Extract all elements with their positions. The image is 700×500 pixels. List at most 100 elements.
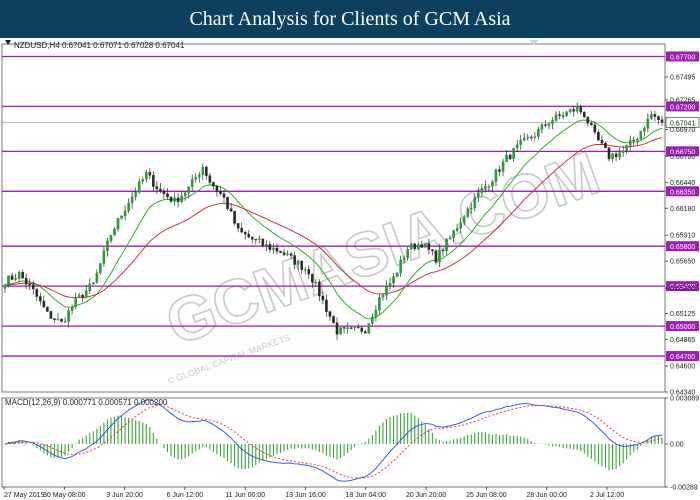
candle-bull (399, 259, 402, 274)
candle-bull (123, 210, 127, 217)
candle-bull (643, 128, 646, 132)
candle-bear (360, 327, 364, 332)
candle-bear (21, 272, 24, 279)
candle-bull (201, 166, 205, 175)
candle-bear (600, 140, 604, 144)
candle-bull (448, 237, 452, 240)
candle-bull (512, 147, 515, 159)
candle-bull (109, 235, 113, 241)
candle-bull (183, 192, 187, 197)
candle-bear (349, 327, 353, 329)
price-tick-label: 0.65910 (670, 233, 695, 240)
candle-bear (39, 296, 42, 302)
candle-bear (328, 311, 332, 317)
candle-bull (491, 181, 494, 187)
level-tag-label: 0.67700 (670, 54, 695, 61)
candle-bull (445, 239, 448, 252)
candle-bear (205, 166, 208, 176)
price-tick-label: 0.65650 (670, 259, 695, 266)
candle-bull (565, 111, 568, 116)
candle-bear (420, 244, 424, 248)
candle-bull (416, 244, 420, 250)
time-tick-label: 27 May 2019 (4, 492, 45, 499)
candle-bear (212, 182, 215, 187)
candle-bull (106, 240, 109, 251)
price-tick-label: 0.66970 (670, 127, 695, 134)
candle-bull (480, 188, 484, 193)
candle-bull (258, 238, 261, 240)
candle-bull (388, 283, 392, 287)
macd-tick-label: -0.00289 (670, 485, 698, 492)
candle-bear (561, 115, 565, 117)
candle-bull (505, 154, 508, 162)
candle-bear (289, 253, 293, 256)
candle-bull (187, 186, 190, 194)
candle-bull (95, 272, 99, 283)
candle-bear (498, 169, 501, 172)
candle-bull (519, 139, 523, 145)
candle-bear (604, 142, 607, 148)
candle-bull (374, 309, 378, 318)
candle-bear (597, 131, 600, 141)
candle-bear (530, 136, 533, 139)
candle-bull (438, 249, 441, 263)
candle-bear (49, 311, 53, 319)
candle-bull (144, 172, 148, 180)
candle-bear (311, 273, 314, 283)
candle-bull (180, 195, 183, 203)
candle-bull (646, 118, 650, 129)
candle-bear (215, 185, 219, 192)
time-tick-label: 6 Jun 12:00 (167, 492, 204, 499)
candle-bear (657, 116, 660, 120)
candle-bear (572, 109, 575, 112)
candle-bear (229, 208, 233, 212)
candle-bull (628, 139, 632, 146)
candle-bull (137, 181, 141, 193)
candle-bear (35, 288, 39, 297)
candle-bull (392, 276, 395, 284)
candle-bull (477, 192, 480, 198)
candle-bull (130, 196, 134, 204)
candle-bull (551, 120, 554, 124)
macd-header: MACD(12,26,9) 0.000771 0.000571 0.000200 (5, 398, 168, 407)
candle-bull (462, 216, 466, 223)
candle-bear (300, 260, 304, 270)
time-tick-label: 28 Jun 00:00 (526, 492, 567, 499)
candle-bull (102, 250, 106, 264)
candle-bear (593, 124, 597, 133)
candle-bull (484, 186, 487, 189)
price-chart[interactable]: GCMASIA.COM © GLOBAL CAPITAL MARKETS 0.6… (0, 38, 700, 500)
candle-bear (325, 299, 328, 312)
candle-bear (356, 326, 360, 329)
banner-title: Chart Analysis for Clients of GCM Asia (189, 8, 511, 30)
candle-bear (653, 114, 657, 117)
candle-bull (116, 217, 120, 230)
candle-bear (275, 247, 279, 252)
candle-bull (113, 228, 116, 236)
candle-bear (53, 318, 56, 320)
candle-bull (487, 186, 491, 188)
candle-bull (371, 317, 374, 324)
candle-bull (554, 114, 558, 121)
candle-bull (67, 310, 70, 322)
candle-bear (614, 153, 618, 158)
price-tick-label: 0.66180 (670, 206, 695, 213)
price-tick-label: 0.66440 (670, 180, 695, 187)
candle-bull (473, 196, 477, 209)
candle-bull (526, 136, 530, 139)
time-tick-label: 30 May 08:00 (43, 492, 86, 499)
candle-bull (74, 297, 77, 308)
time-tick-label: 3 Jun 20:00 (106, 492, 143, 499)
candle-bear (159, 188, 162, 191)
level-tag-label: 0.65800 (670, 244, 695, 251)
candle-bear (219, 191, 222, 194)
price-tick-label: 0.67495 (670, 74, 695, 81)
candle-bear (222, 193, 226, 198)
candle-bull (265, 244, 268, 246)
candle-bull (7, 275, 10, 286)
candle-bull (77, 294, 81, 298)
candle-bear (282, 252, 286, 255)
price-tick-label: 0.65380 (670, 286, 695, 293)
candle-bear (293, 255, 296, 265)
candle-bull (494, 169, 498, 182)
